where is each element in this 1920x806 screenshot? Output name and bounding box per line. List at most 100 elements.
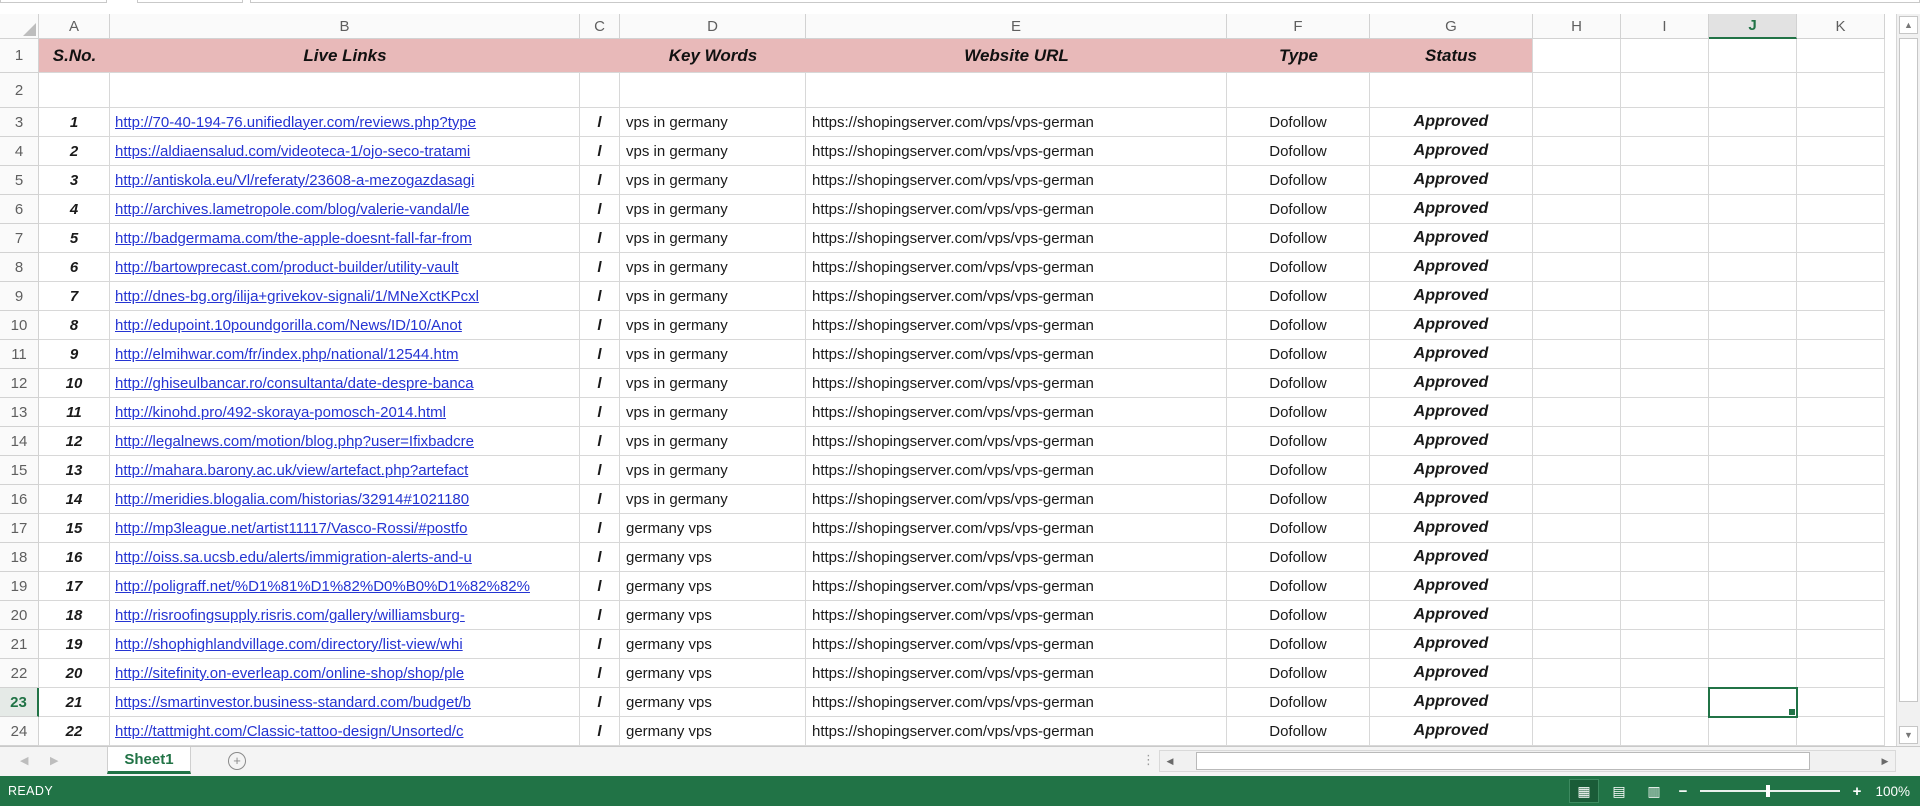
cell-I19[interactable] [1621,572,1709,601]
cell-H4[interactable] [1533,137,1621,166]
cell-C9[interactable]: l [580,282,620,311]
zoom-slider-track[interactable] [1700,790,1840,792]
cell-A22[interactable]: 20 [39,659,110,688]
cell-I16[interactable] [1621,485,1709,514]
cell-K5[interactable] [1797,166,1885,195]
cell-D13[interactable]: vps in germany [620,398,806,427]
cell-D12[interactable]: vps in germany [620,369,806,398]
scroll-up-icon[interactable]: ▲ [1899,16,1918,34]
vertical-scrollbar-thumb[interactable] [1899,38,1918,702]
cell-G3[interactable]: Approved [1370,108,1533,137]
column-header-I[interactable]: I [1621,14,1709,39]
cell-I24[interactable] [1621,717,1709,746]
cell-C17[interactable]: l [580,514,620,543]
cell-A4[interactable]: 2 [39,137,110,166]
cell-A7[interactable]: 5 [39,224,110,253]
row-header-18[interactable]: 18 [0,543,39,572]
cell-D21[interactable]: germany vps [620,630,806,659]
cell-J11[interactable] [1709,340,1797,369]
cell-D7[interactable]: vps in germany [620,224,806,253]
cell-I18[interactable] [1621,543,1709,572]
zoom-out-button[interactable]: − [1675,783,1691,800]
cell-I23[interactable] [1621,688,1709,717]
row-header-22[interactable]: 22 [0,659,39,688]
scroll-left-icon[interactable]: ◀ [1160,751,1180,771]
row-header-12[interactable]: 12 [0,369,39,398]
cell-D10[interactable]: vps in germany [620,311,806,340]
cell-H18[interactable] [1533,543,1621,572]
cell-K2[interactable] [1797,73,1885,108]
cell-J2[interactable] [1709,73,1797,108]
cell-J24[interactable] [1709,717,1797,746]
cell-I9[interactable] [1621,282,1709,311]
cell-J6[interactable] [1709,195,1797,224]
cell-link-B6[interactable]: http://archives.lametropole.com/blog/val… [110,195,580,224]
cell-link-B23[interactable]: https://smartinvestor.business-standard.… [110,688,580,717]
cell-G4[interactable]: Approved [1370,137,1533,166]
cell-I3[interactable] [1621,108,1709,137]
cell-E6[interactable]: https://shopingserver.com/vps/vps-german [806,195,1227,224]
cell-C5[interactable]: l [580,166,620,195]
select-all-corner[interactable] [0,14,39,39]
scrollbar-grip-icon[interactable]: ⋮ [1142,752,1156,768]
cell-A14[interactable]: 12 [39,427,110,456]
cell-D17[interactable]: germany vps [620,514,806,543]
cell-A20[interactable]: 18 [39,601,110,630]
column-header-G[interactable]: G [1370,14,1533,39]
column-header-F[interactable]: F [1227,14,1370,39]
cell-G17[interactable]: Approved [1370,514,1533,543]
row-header-5[interactable]: 5 [0,166,39,195]
cell-K9[interactable] [1797,282,1885,311]
cell-A18[interactable]: 16 [39,543,110,572]
cell-A15[interactable]: 13 [39,456,110,485]
cell-G2[interactable] [1370,73,1533,108]
cell-C22[interactable]: l [580,659,620,688]
cell-A11[interactable]: 9 [39,340,110,369]
cell-H19[interactable] [1533,572,1621,601]
cell-K17[interactable] [1797,514,1885,543]
cell-link-B17[interactable]: http://mp3league.net/artist11117/Vasco-R… [110,514,580,543]
cell-J1[interactable] [1709,39,1797,73]
cell-J12[interactable] [1709,369,1797,398]
cell-A6[interactable]: 4 [39,195,110,224]
cell-K16[interactable] [1797,485,1885,514]
cell-K21[interactable] [1797,630,1885,659]
cell-G21[interactable]: Approved [1370,630,1533,659]
cell-I22[interactable] [1621,659,1709,688]
column-header-J[interactable]: J [1709,14,1797,39]
cell-I13[interactable] [1621,398,1709,427]
insert-function-box[interactable] [137,0,243,3]
left-arrow-icon[interactable]: ◀ [20,754,28,767]
cell-A8[interactable]: 6 [39,253,110,282]
cell-D11[interactable]: vps in germany [620,340,806,369]
cell-G5[interactable]: Approved [1370,166,1533,195]
cell-H9[interactable] [1533,282,1621,311]
cell-D15[interactable]: vps in germany [620,456,806,485]
cell-D19[interactable]: germany vps [620,572,806,601]
cell-link-B7[interactable]: http://badgermama.com/the-apple-doesnt-f… [110,224,580,253]
cell-B2[interactable] [110,73,580,108]
cell-C19[interactable]: l [580,572,620,601]
cell-H3[interactable] [1533,108,1621,137]
cell-I4[interactable] [1621,137,1709,166]
cell-J10[interactable] [1709,311,1797,340]
row-header-3[interactable]: 3 [0,108,39,137]
cell-A13[interactable]: 11 [39,398,110,427]
cell-K11[interactable] [1797,340,1885,369]
cell-I15[interactable] [1621,456,1709,485]
cell-link-B19[interactable]: http://poligraff.net/%D1%81%D1%82%D0%B0%… [110,572,580,601]
cell-G12[interactable]: Approved [1370,369,1533,398]
cell-H7[interactable] [1533,224,1621,253]
cell-F10[interactable]: Dofollow [1227,311,1370,340]
cell-F4[interactable]: Dofollow [1227,137,1370,166]
horizontal-scrollbar-thumb[interactable] [1196,752,1810,770]
cell-K3[interactable] [1797,108,1885,137]
cell-E19[interactable]: https://shopingserver.com/vps/vps-german [806,572,1227,601]
cell-F9[interactable]: Dofollow [1227,282,1370,311]
cell-C6[interactable]: l [580,195,620,224]
cell-G8[interactable]: Approved [1370,253,1533,282]
cell-C2[interactable] [580,73,620,108]
cell-J3[interactable] [1709,108,1797,137]
cell-J9[interactable] [1709,282,1797,311]
cell-E13[interactable]: https://shopingserver.com/vps/vps-german [806,398,1227,427]
